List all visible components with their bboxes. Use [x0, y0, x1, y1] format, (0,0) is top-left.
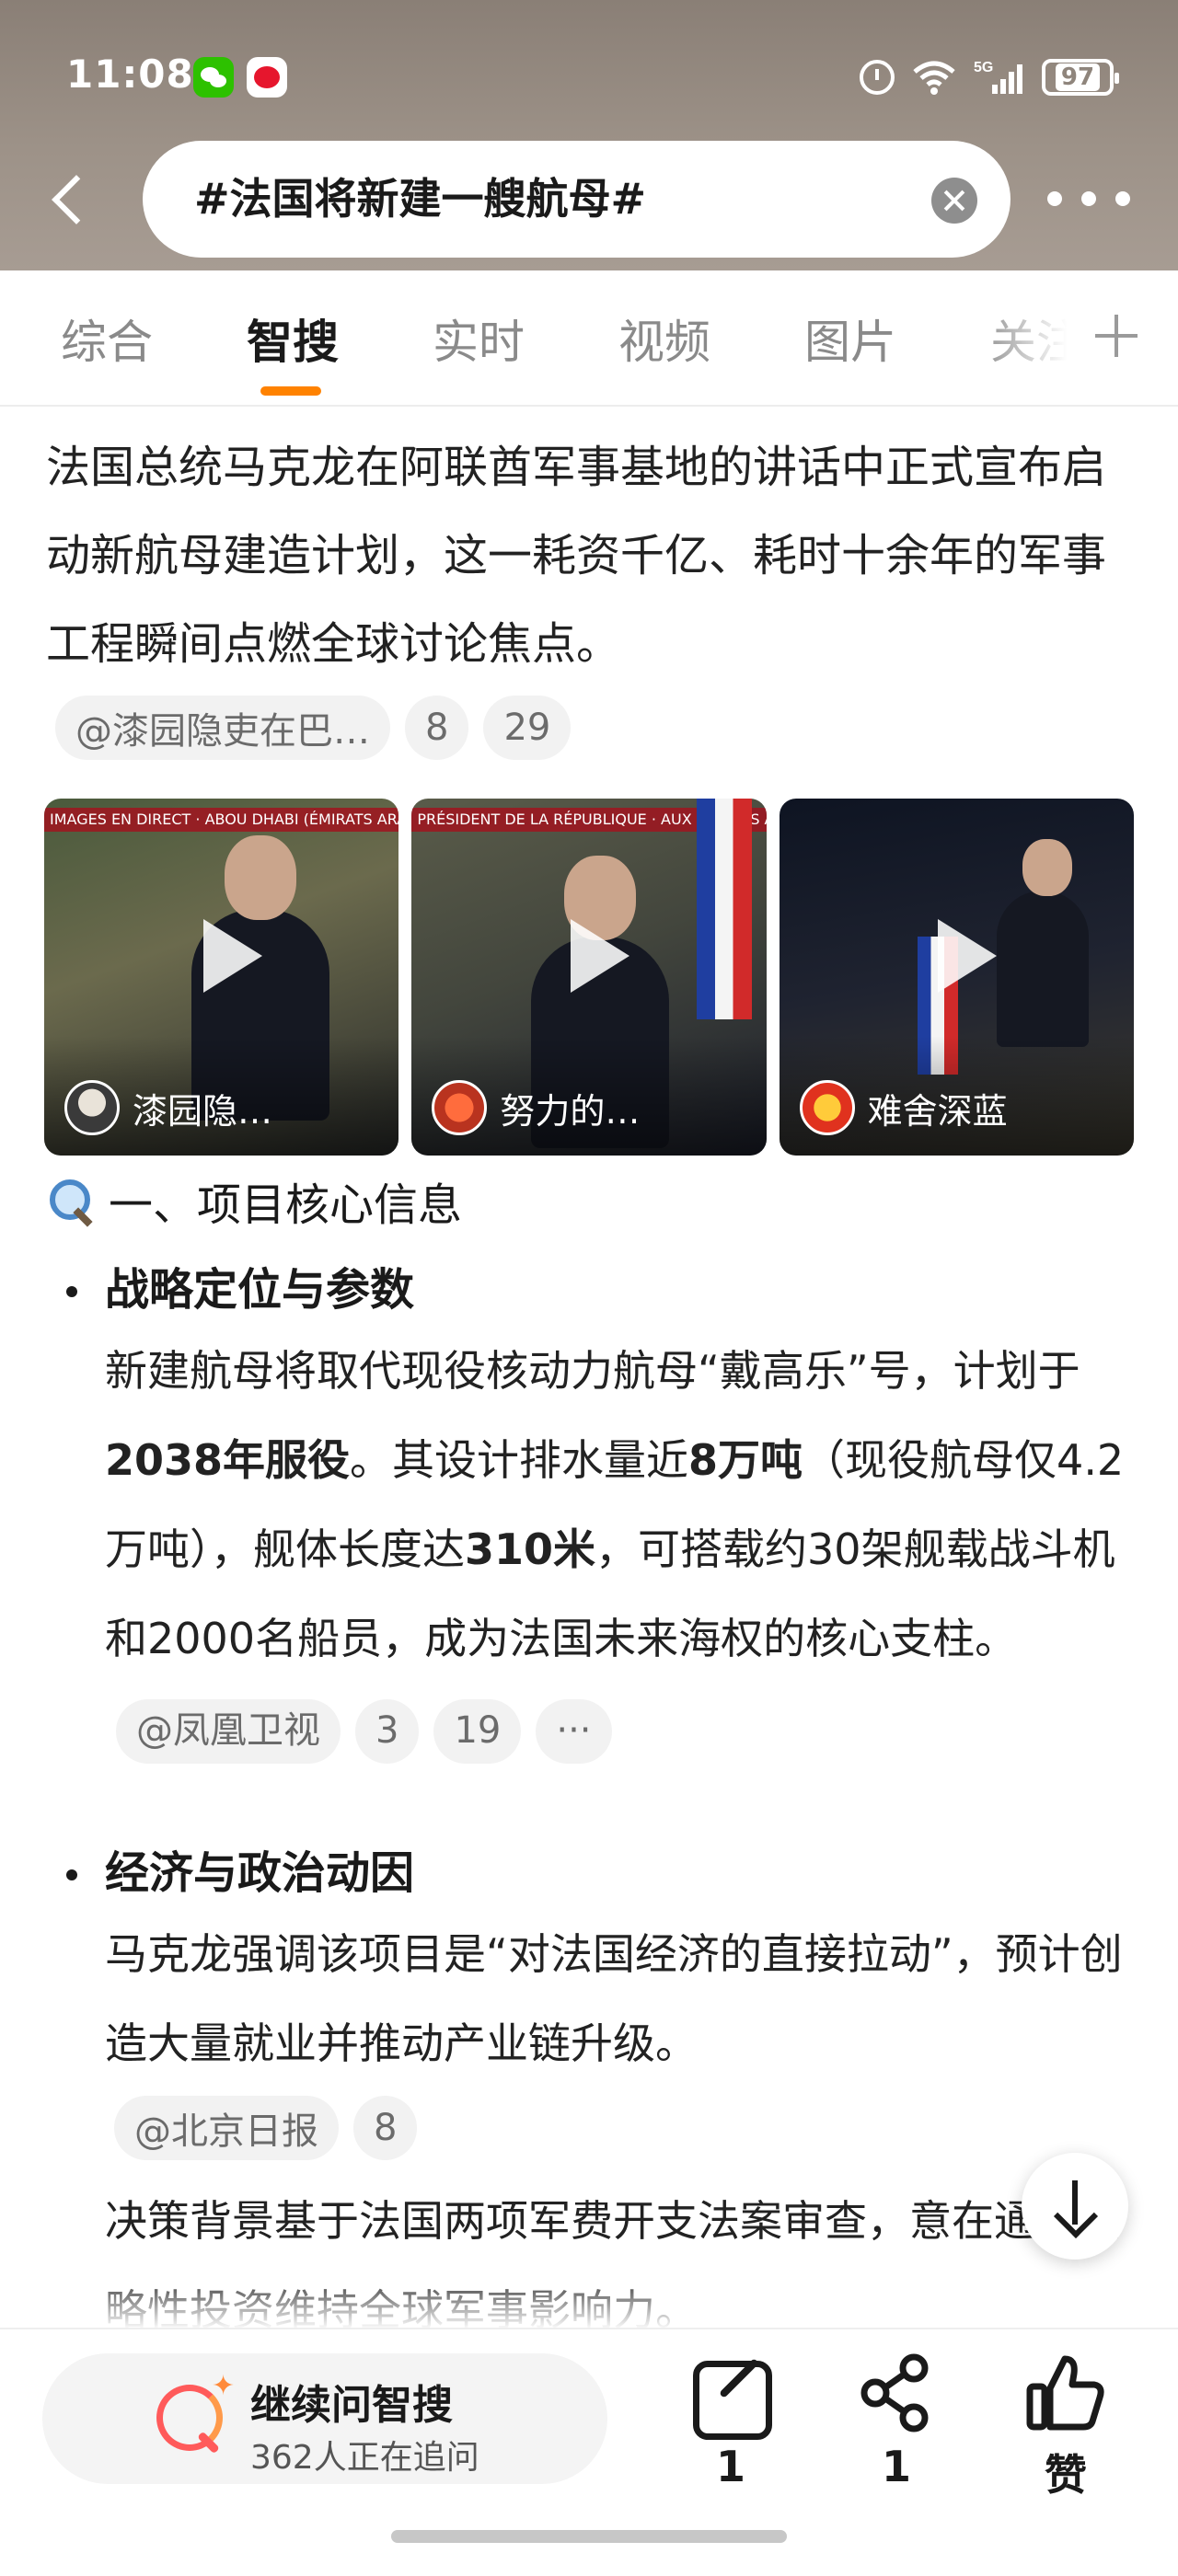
- dot-icon: [1081, 191, 1096, 206]
- share-icon: [855, 2352, 938, 2434]
- intro-source-row: @漆园隐吏在巴… 8 29: [55, 696, 585, 760]
- bullet-heading: 战略定位与参数: [59, 1253, 1136, 1327]
- section-title-text: 一、项目核心信息: [109, 1179, 463, 1231]
- video-strip: IMAGES EN DIRECT · ABOU DHABI (ÉMIRATS A…: [44, 799, 1134, 1156]
- back-button[interactable]: [46, 171, 92, 226]
- bullet-body: 马克龙强调该项目是“对法国经济的直接拉动”，预计创造大量就业并推动产业链升级。: [59, 1910, 1136, 2088]
- speaker-head: [225, 835, 296, 920]
- magnifier-icon: [46, 1176, 96, 1225]
- video-author[interactable]: 漆园隐…: [64, 1080, 272, 1135]
- weibo-notification-icon: [247, 57, 287, 98]
- like-action[interactable]: 赞: [1011, 2352, 1121, 2502]
- active-tab-indicator: [260, 386, 321, 396]
- search-input[interactable]: #法国将新建一艘航母#: [143, 141, 1011, 258]
- body-text: 。其设计排水量近: [350, 1435, 689, 1485]
- status-icons: 5G 97: [860, 55, 1119, 99]
- more-options-button[interactable]: [1047, 180, 1130, 217]
- tab-realtime[interactable]: 实时: [433, 305, 525, 372]
- source-row: @北京日报 8: [59, 2096, 1136, 2160]
- ask-subtitle: 362人正在追问: [250, 2439, 479, 2477]
- speaker-figure: [996, 891, 1089, 1047]
- status-bar: 11:08 5G 97: [66, 52, 1119, 107]
- bullet-heading: 经济与政治动因: [59, 1836, 1136, 1910]
- comment-count: 1: [715, 2442, 745, 2491]
- body-text: 马克龙强调该项目是“对法国经济的直接拉动”，预计创造大量就业并推动产业链升级。: [105, 1929, 1123, 2068]
- avatar: [432, 1080, 488, 1135]
- video-card[interactable]: IMAGES EN DIRECT · ABOU DHABI (ÉMIRATS A…: [44, 799, 399, 1156]
- sparkle-icon: ✦: [212, 2370, 236, 2402]
- play-icon: [938, 918, 998, 993]
- tab-bar: 综合 智搜 实时 视频 图片 关注: [0, 270, 1178, 407]
- video-author[interactable]: 难舍深蓝: [799, 1080, 1008, 1135]
- video-card[interactable]: 难舍深蓝: [779, 799, 1134, 1156]
- share-count: 1: [881, 2442, 911, 2491]
- dot-icon: [1047, 191, 1062, 206]
- thumbs-up-icon: [1024, 2352, 1107, 2434]
- share-action[interactable]: 1: [841, 2352, 952, 2491]
- tab-video[interactable]: 视频: [618, 305, 710, 372]
- ask-title: 继续问智搜: [250, 2382, 453, 2429]
- header: 11:08 5G 97 #法国将新建一艘航母#: [0, 0, 1178, 270]
- add-tab-icon[interactable]: [1093, 313, 1139, 359]
- clear-search-button[interactable]: [931, 178, 977, 224]
- intro-paragraph: 法国总统马克龙在阿联酋军事基地的讲话中正式宣布启动新航母建造计划，这一耗资千亿、…: [46, 442, 1107, 670]
- comment-action[interactable]: 1: [676, 2352, 786, 2491]
- highlight-text: 8万吨: [688, 1435, 803, 1485]
- avatar: [799, 1080, 855, 1135]
- video-author-name: 难舍深蓝: [867, 1090, 1008, 1132]
- flag-graphic: [697, 799, 753, 1019]
- bottom-action-bar: ✦ 继续问智搜 362人正在追问 1 1 赞: [0, 2328, 1178, 2576]
- bullet-body: 新建航母将取代现役核动力航母“戴高乐”号，计划于 2038年服役。其设计排水量近8…: [59, 1327, 1136, 1773]
- source-chip[interactable]: @凤凰卫视: [116, 1698, 341, 1764]
- play-icon: [570, 918, 629, 993]
- cellular-signal-icon: 5G: [974, 59, 1025, 96]
- play-icon: [202, 918, 262, 993]
- alarm-icon: [860, 60, 895, 95]
- avatar: [64, 1080, 120, 1135]
- bullet-strategy: 战略定位与参数 新建航母将取代现役核动力航母“戴高乐”号，计划于 2038年服役。…: [59, 1253, 1136, 1773]
- reference-count-chip[interactable]: 3: [355, 1698, 420, 1764]
- reference-count-chip[interactable]: 8: [353, 2096, 418, 2160]
- reference-count-chip[interactable]: 8: [405, 696, 469, 760]
- video-author-name: 漆园隐…: [133, 1090, 273, 1132]
- dot-icon: [1115, 191, 1130, 206]
- battery-level: 97: [1055, 63, 1101, 91]
- battery-icon: 97: [1042, 59, 1119, 96]
- continue-ask-button[interactable]: ✦ 继续问智搜 362人正在追问: [42, 2353, 607, 2484]
- section-heading: 一、项目核心信息: [46, 1168, 462, 1233]
- reference-count-chip[interactable]: 29: [483, 696, 572, 760]
- wifi-icon: [911, 59, 957, 96]
- content-fade: [0, 2272, 1178, 2329]
- reference-count-chip[interactable]: 19: [433, 1698, 522, 1764]
- wechat-notification-icon: [193, 57, 234, 98]
- tab-images[interactable]: 图片: [804, 305, 896, 372]
- tab-comprehensive[interactable]: 综合: [61, 305, 153, 372]
- source-chip[interactable]: @漆园隐吏在巴…: [55, 696, 390, 760]
- speaker-head: [1022, 839, 1072, 896]
- network-type-label: 5G: [974, 60, 993, 75]
- highlight-text: 2038年服役: [105, 1435, 351, 1485]
- more-references-button[interactable]: ···: [536, 1698, 612, 1764]
- edit-icon: [689, 2352, 772, 2440]
- home-indicator[interactable]: [391, 2530, 787, 2543]
- video-banner-text: IMAGES EN DIRECT · ABOU DHABI (ÉMIRATS A…: [44, 808, 399, 832]
- like-label: 赞: [1045, 2450, 1087, 2500]
- tab-smart-search[interactable]: 智搜: [247, 305, 339, 372]
- video-author-name: 努力的…: [500, 1090, 641, 1132]
- tab-fade: [976, 289, 1178, 390]
- highlight-text: 310米: [465, 1524, 596, 1574]
- video-author[interactable]: 努力的…: [432, 1080, 640, 1135]
- status-time: 11:08: [66, 52, 194, 97]
- scroll-down-button[interactable]: [1022, 2153, 1128, 2260]
- source-chip[interactable]: @北京日报: [114, 2096, 339, 2160]
- body-text: 新建航母将取代现役核动力航母“戴高乐”号，计划于: [105, 1346, 1080, 1396]
- video-card[interactable]: PRÉSIDENT DE LA RÉPUBLIQUE · AUX ÉMIRATS…: [411, 799, 767, 1156]
- search-query: #法国将新建一艘航母#: [194, 174, 647, 224]
